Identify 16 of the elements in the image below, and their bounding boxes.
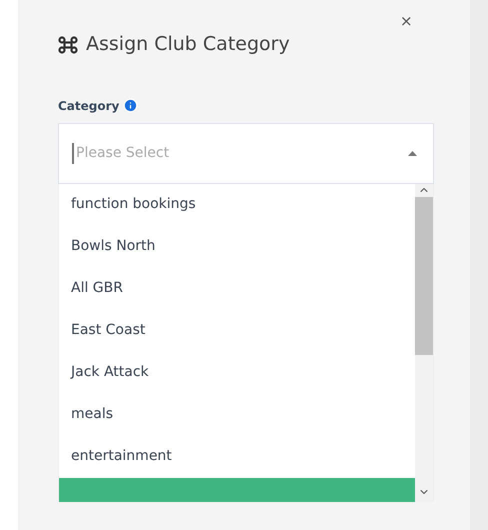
dropdown-option[interactable]: East Coast (59, 310, 415, 352)
dropdown-option[interactable]: Jack Attack (59, 352, 415, 394)
dropdown-option[interactable]: meals (59, 394, 415, 436)
command-icon (58, 36, 78, 54)
dropdown-option[interactable]: Bowls North (59, 226, 415, 268)
info-icon[interactable] (123, 98, 138, 113)
dialog-title: Assign Club Category (86, 32, 290, 57)
caret-up-icon (408, 150, 417, 156)
dropdown-option[interactable]: entertainment (59, 436, 415, 478)
close-button[interactable]: × (400, 14, 413, 29)
dropdown-option[interactable]: function bookings (59, 184, 415, 226)
scrollbar[interactable] (415, 184, 433, 502)
select-input[interactable]: Please Select (72, 142, 408, 164)
field-label: Category (58, 98, 120, 114)
dropdown-option[interactable]: All GBR (59, 268, 415, 310)
select-field[interactable]: Please Select (58, 122, 434, 184)
